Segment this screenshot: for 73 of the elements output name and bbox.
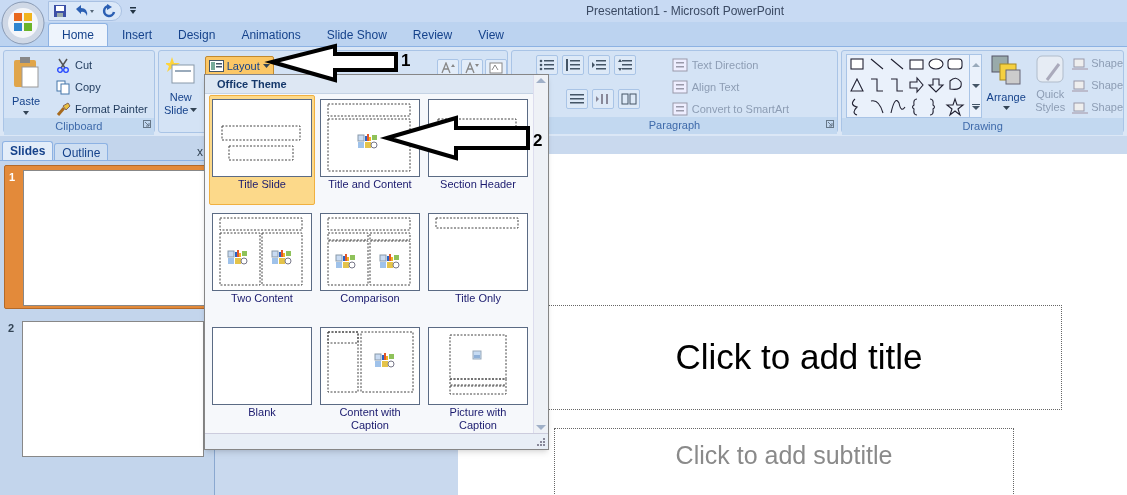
- indent-icon: [590, 58, 607, 72]
- layout-option[interactable]: Title Slide: [209, 95, 315, 205]
- line-spacing-icon: [616, 58, 633, 72]
- ribbon-tab[interactable]: Design: [166, 23, 228, 46]
- align-button[interactable]: [565, 89, 588, 109]
- dropdown-arrow-icon: [262, 63, 270, 69]
- layout-option[interactable]: Comparison: [317, 209, 423, 319]
- pane-tab[interactable]: Outline: [54, 143, 109, 160]
- brush-icon: [1035, 54, 1066, 84]
- ribbon-tab[interactable]: Animations: [229, 23, 313, 46]
- scissors-icon: [56, 58, 71, 73]
- arrange-button[interactable]: Arrange: [982, 51, 1031, 118]
- group-label: Drawing: [842, 118, 1123, 135]
- content-icon: [227, 250, 248, 265]
- ribbon-tab[interactable]: Home: [48, 23, 108, 46]
- new-slide-button[interactable]: New Slide: [158, 51, 203, 132]
- clipboard-command[interactable]: Format Painter: [56, 101, 148, 118]
- shapes-gallery[interactable]: [846, 54, 983, 118]
- copy-icon: [56, 80, 71, 95]
- arrange-icon: [990, 54, 1023, 86]
- bullets-icon: [538, 58, 555, 72]
- scroll-down-icon: [971, 83, 980, 89]
- customize-menu-icon: [128, 6, 138, 16]
- dropdown-arrow-icon: [1002, 105, 1010, 111]
- layout-option[interactable]: Content with Caption: [317, 323, 423, 433]
- redo-icon: [101, 4, 117, 18]
- annotation-number: 1: [401, 52, 411, 69]
- content-icon: [379, 254, 400, 269]
- menu-heading: Office Theme: [205, 75, 533, 94]
- paintbrush-icon: [56, 102, 71, 117]
- clipboard-command[interactable]: Copy: [56, 79, 148, 96]
- ribbon-tab[interactable]: Insert: [110, 23, 165, 46]
- content-icon: [374, 353, 395, 368]
- numbering-icon: [564, 58, 581, 72]
- layout-option[interactable]: Picture with Caption: [425, 323, 531, 433]
- new-slide-icon: [165, 57, 196, 85]
- ribbon-tab[interactable]: Slide Show: [314, 23, 399, 46]
- scroll-up-icon: [971, 62, 980, 69]
- ribbon-tab[interactable]: Review: [400, 23, 465, 46]
- layout-option[interactable]: Title and Content: [317, 95, 423, 205]
- align-icon: [568, 92, 585, 106]
- content-icon: [271, 250, 292, 265]
- pane-tab[interactable]: Slides: [2, 141, 54, 160]
- bullets-button[interactable]: [535, 55, 558, 75]
- resize-grip-icon: [537, 438, 545, 446]
- group-label: Clipboard: [4, 118, 154, 135]
- layout-option[interactable]: Title Only: [425, 209, 531, 319]
- dialog-launcher-icon: [142, 120, 151, 128]
- close-pane-button[interactable]: x: [197, 143, 203, 161]
- slide-number: 2: [7, 321, 16, 336]
- line-spacing-button[interactable]: [613, 55, 636, 75]
- office-button-icon[interactable]: [1, 1, 45, 45]
- indent-button[interactable]: [587, 55, 610, 75]
- paste-button[interactable]: Paste: [4, 51, 48, 118]
- text-direction-button[interactable]: [591, 89, 614, 109]
- scrollbar[interactable]: [533, 75, 548, 433]
- dropdown-arrow-icon: [190, 108, 198, 113]
- dialog-launcher-icon: [826, 120, 835, 128]
- save-icon: [53, 4, 67, 18]
- clipboard-icon: [12, 55, 40, 89]
- content-icon: [357, 134, 378, 149]
- content-icon: [335, 254, 356, 269]
- dropdown-arrow-icon: [22, 109, 30, 116]
- more-icon: [971, 103, 980, 110]
- numbering-button[interactable]: [561, 55, 584, 75]
- annotation-number: 2: [533, 132, 543, 149]
- ribbon-tab[interactable]: View: [466, 23, 516, 46]
- slide-number: 1: [8, 170, 17, 185]
- picture-icon: [472, 350, 482, 360]
- clipboard-command[interactable]: Cut: [56, 57, 148, 74]
- columns-icon: [620, 92, 637, 106]
- window-title: Presentation1 - Microsoft PowerPoint: [584, 3, 786, 20]
- layout-icon: [208, 60, 224, 72]
